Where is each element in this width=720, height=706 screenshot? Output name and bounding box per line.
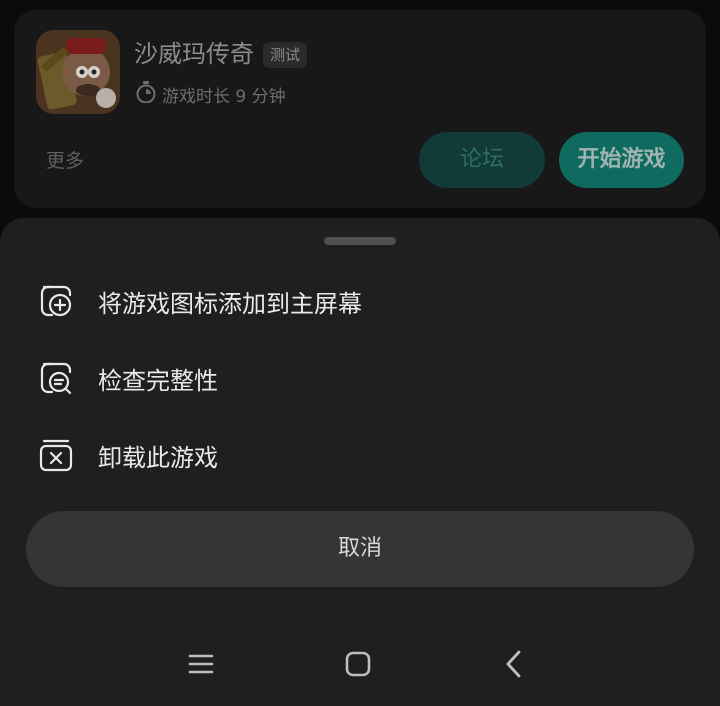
- uninstall-icon: [38, 437, 74, 473]
- add-to-home-icon: [38, 283, 74, 319]
- stopwatch-icon: [136, 80, 156, 108]
- menu-item-label: 将游戏图标添加到主屏幕: [98, 289, 362, 318]
- menu-icon[interactable]: [181, 646, 221, 682]
- menu-item-check-integrity[interactable]: 检查完整性: [0, 347, 720, 409]
- start-game-button[interactable]: 开始游戏: [559, 132, 684, 188]
- check-integrity-icon: [38, 360, 74, 396]
- beta-badge: 测试: [263, 42, 308, 68]
- menu-item-add-to-home[interactable]: 将游戏图标添加到主屏幕: [0, 270, 720, 332]
- screen: 沙威玛传奇 测试 游戏时长 9 分钟 更多 论坛 开始游戏 将游戏图标添加到主屏…: [0, 0, 720, 706]
- more-button[interactable]: 更多: [46, 146, 84, 173]
- cancel-button[interactable]: 取消: [26, 511, 694, 587]
- back-icon[interactable]: [494, 646, 534, 682]
- home-icon[interactable]: [338, 646, 378, 682]
- drag-handle[interactable]: [324, 237, 396, 245]
- menu-item-uninstall[interactable]: 卸载此游戏: [0, 424, 720, 486]
- game-cover-icon: [36, 30, 120, 114]
- game-title: 沙威玛传奇: [134, 40, 254, 68]
- navigation-bar: [0, 630, 720, 694]
- bottom-sheet: 将游戏图标添加到主屏幕 检查完整性 卸载此游戏 取消: [0, 218, 720, 706]
- playtime: 游戏时长 9 分钟: [136, 80, 286, 108]
- forum-button[interactable]: 论坛: [419, 132, 545, 188]
- game-card: 沙威玛传奇 测试 游戏时长 9 分钟 更多 论坛 开始游戏: [14, 10, 706, 208]
- menu-item-label: 卸载此游戏: [98, 443, 218, 472]
- playtime-text: 游戏时长 9 分钟: [162, 86, 286, 107]
- menu-item-label: 检查完整性: [98, 366, 218, 395]
